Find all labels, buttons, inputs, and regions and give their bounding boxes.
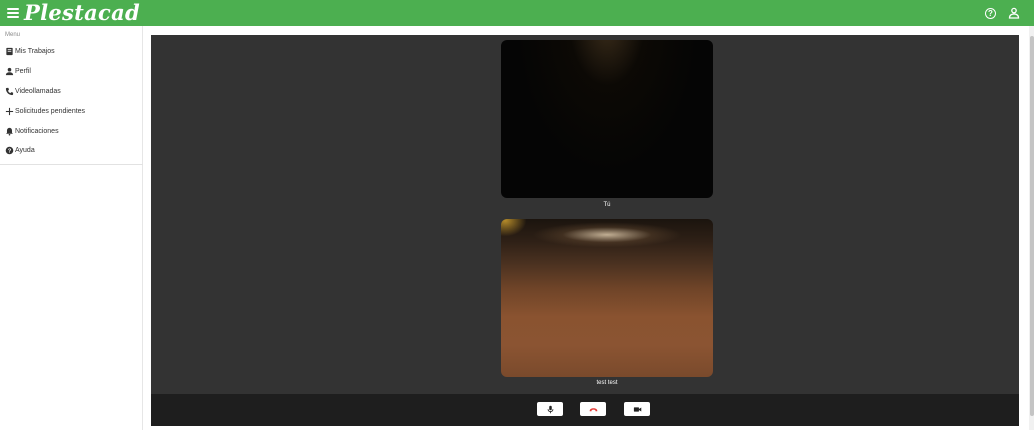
app-logo[interactable]: Plestacad (24, 0, 140, 26)
app-window: Plestacad ? Menu Mis Trabajos Perfil Vid… (0, 0, 1034, 430)
sidebar-item-perfil[interactable]: Perfil (0, 62, 142, 82)
sidebar-item-label: Ayuda (15, 147, 35, 155)
call-controls-bar (151, 394, 1019, 426)
sidebar-item-label: Notificaciones (15, 127, 59, 135)
sidebar-nav: Menu Mis Trabajos Perfil Videollamadas S… (0, 26, 143, 430)
sidebar-item-solicitudes-pendientes[interactable]: Solicitudes pendientes (0, 101, 142, 121)
phone-icon (5, 87, 14, 96)
hamburger-menu-icon[interactable] (7, 8, 19, 18)
sidebar-item-label: Mis Trabajos (15, 48, 55, 56)
plus-icon (5, 107, 14, 115)
sidebar-item-notificaciones[interactable]: Notificaciones (0, 121, 142, 141)
menu-caption: Menu (5, 32, 21, 38)
page-scrollbar[interactable] (1029, 26, 1034, 430)
mute-microphone-button[interactable] (537, 402, 563, 416)
sidebar-item-label: Perfil (15, 68, 31, 76)
sidebar-item-videollamadas[interactable]: Videollamadas (0, 82, 142, 102)
hang-up-button[interactable] (580, 402, 606, 416)
scrollbar-thumb[interactable] (1029, 36, 1034, 416)
sidebar-item-mis-trabajos[interactable]: Mis Trabajos (0, 42, 142, 62)
svg-text:?: ? (8, 149, 12, 155)
self-video-label: Tú (603, 202, 611, 208)
person-icon (5, 68, 14, 76)
remote-video-label: test test (596, 380, 618, 386)
help-circle-icon[interactable]: ? (985, 7, 996, 19)
sidebar-item-label: Solicitudes pendientes (15, 107, 86, 115)
sidebar-item-ayuda[interactable]: ? Ayuda (0, 141, 142, 161)
sidebar-item-label: Videollamadas (15, 87, 61, 95)
toggle-camera-button[interactable] (624, 402, 650, 416)
hang-up-icon (589, 407, 597, 411)
remote-video (501, 219, 713, 377)
top-app-bar: Plestacad ? (0, 0, 1034, 26)
microphone-icon (547, 405, 553, 413)
bell-icon (6, 127, 13, 136)
video-camera-icon (633, 406, 641, 412)
help-icon: ? (5, 147, 14, 155)
account-icon[interactable] (1008, 7, 1020, 19)
top-bar-actions: ? (985, 0, 1020, 26)
self-video (501, 40, 713, 198)
sidebar-divider (0, 164, 143, 165)
book-icon (6, 48, 13, 56)
video-call-area: Tú test test (151, 35, 1019, 426)
